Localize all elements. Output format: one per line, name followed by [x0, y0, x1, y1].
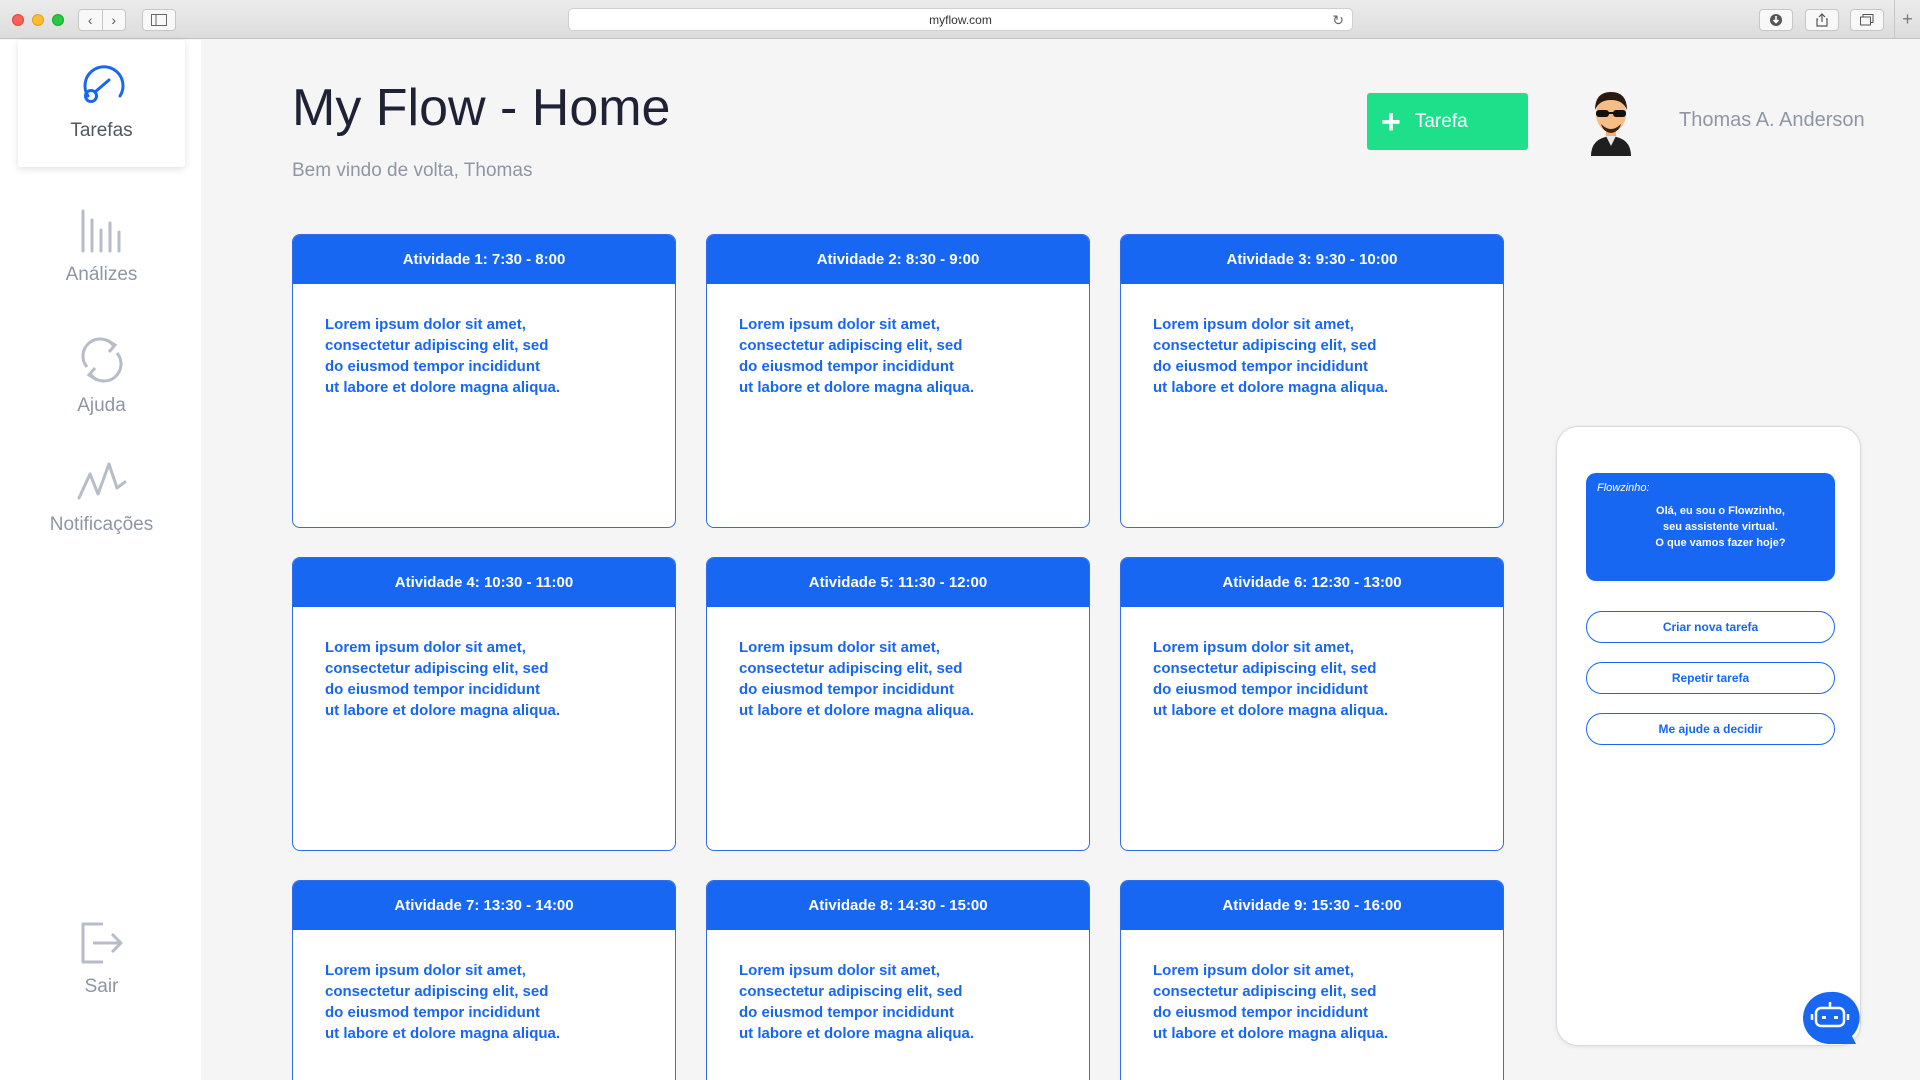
url-text: myflow.com	[929, 12, 992, 27]
minimize-window-icon[interactable]	[32, 14, 44, 26]
plus-icon: +	[1381, 102, 1401, 141]
sidebar-item-tarefas[interactable]: Tarefas	[18, 40, 185, 167]
card-title: Atividade 5: 11:30 - 12:00	[707, 558, 1089, 607]
user-name[interactable]: Thomas A. Anderson	[1679, 109, 1865, 132]
address-bar[interactable]: myflow.com ↻	[568, 8, 1353, 31]
sidebar-item-label: Análizes	[65, 264, 138, 285]
add-task-button[interactable]: + Tarefa	[1367, 93, 1528, 150]
activity-card[interactable]: Atividade 9: 15:30 - 16:00 Lorem ipsum d…	[1120, 880, 1504, 1080]
downloads-icon[interactable]	[1759, 9, 1793, 31]
refresh-icon	[81, 337, 122, 383]
avatar[interactable]	[1585, 86, 1637, 156]
sidebar-item-analizes[interactable]: Análizes	[18, 208, 185, 286]
logout-icon	[81, 922, 122, 964]
card-description: Lorem ipsum dolor sit amet, consectetur a…	[325, 316, 561, 396]
assistant-name: Flowzinho:	[1597, 482, 1650, 494]
page-title: My Flow - Home	[292, 79, 671, 137]
reload-icon[interactable]: ↻	[1332, 12, 1344, 29]
forward-arrow-icon[interactable]: ›	[101, 10, 126, 30]
sidebar-item-label: Notificações	[49, 514, 154, 535]
card-description: Lorem ipsum dolor sit amet, consectetur a…	[325, 962, 561, 1042]
welcome-message: Bem vindo de volta, Thomas	[292, 160, 533, 181]
chatbot-icon[interactable]	[1800, 990, 1860, 1046]
sidebar-item-label: Sair	[84, 976, 119, 997]
activity-card[interactable]: Atividade 3: 9:30 - 10:00 Lorem ipsum do…	[1120, 234, 1504, 528]
activity-card[interactable]: Atividade 4: 10:30 - 11:00 Lorem ipsum d…	[292, 557, 676, 851]
card-title: Atividade 7: 13:30 - 14:00	[293, 881, 675, 930]
card-title: Atividade 4: 10:30 - 11:00	[293, 558, 675, 607]
bar-chart-icon	[81, 209, 120, 253]
sidebar-item-label: Tarefas	[70, 120, 133, 141]
repeat-task-option-button[interactable]: Repetir tarefa	[1586, 662, 1835, 694]
close-window-icon[interactable]	[12, 14, 24, 26]
back-arrow-icon[interactable]: ‹	[79, 10, 102, 30]
sidebar-item-label: Ajuda	[77, 395, 126, 416]
add-task-label: Tarefa	[1414, 110, 1468, 132]
create-task-option-button[interactable]: Criar nova tarefa	[1586, 611, 1835, 643]
card-title: Atividade 1: 7:30 - 8:00	[293, 235, 675, 284]
card-description: Lorem ipsum dolor sit amet, consectetur a…	[1153, 316, 1389, 396]
card-description: Lorem ipsum dolor sit amet, consectetur a…	[325, 639, 561, 719]
card-title: Atividade 3: 9:30 - 10:00	[1121, 235, 1503, 284]
help-decide-option-button[interactable]: Me ajude a decidir	[1586, 713, 1835, 745]
card-description: Lorem ipsum dolor sit amet, consectetur a…	[1153, 639, 1389, 719]
activity-card[interactable]: Atividade 2: 8:30 - 9:00 Lorem ipsum dol…	[706, 234, 1090, 528]
activity-card[interactable]: Atividade 6: 12:30 - 13:00 Lorem ipsum d…	[1120, 557, 1504, 851]
new-tab-icon[interactable]: +	[1894, 0, 1920, 39]
activity-card[interactable]: Atividade 7: 13:30 - 14:00 Lorem ipsum d…	[292, 880, 676, 1080]
browser-toolbar: ‹ › myflow.com ↻ +	[0, 0, 1920, 39]
maximize-window-icon[interactable]	[52, 14, 64, 26]
assistant-message: Olá, eu sou o Flowzinho, seu assistente …	[1655, 505, 1786, 549]
sidebar-item-ajuda[interactable]: Ajuda	[18, 335, 185, 417]
assistant-message-bubble: Flowzinho: Olá, eu sou o Flowzinho, seu …	[1586, 473, 1835, 581]
sidebar-item-notificacoes[interactable]: Notificações	[18, 460, 185, 536]
sidebar: Tarefas Análizes Ajuda Notificações Sair	[0, 40, 201, 1080]
activity-card[interactable]: Atividade 8: 14:30 - 15:00 Lorem ipsum d…	[706, 880, 1090, 1080]
assistant-chat-panel: Flowzinho: Olá, eu sou o Flowzinho, seu …	[1556, 426, 1861, 1046]
card-description: Lorem ipsum dolor sit amet, consectetur a…	[739, 962, 975, 1042]
activity-card[interactable]: Atividade 5: 11:30 - 12:00 Lorem ipsum d…	[706, 557, 1090, 851]
card-title: Atividade 2: 8:30 - 9:00	[707, 235, 1089, 284]
history-nav: ‹ ›	[78, 9, 126, 31]
activity-card[interactable]: Atividade 1: 7:30 - 8:00 Lorem ipsum dol…	[292, 234, 676, 528]
tabs-overview-icon[interactable]	[1850, 9, 1884, 31]
card-title: Atividade 8: 14:30 - 15:00	[707, 881, 1089, 930]
card-description: Lorem ipsum dolor sit amet, consectetur a…	[739, 639, 975, 719]
activity-wave-icon	[77, 462, 126, 500]
sidebar-item-sair[interactable]: Sair	[18, 920, 185, 998]
card-description: Lorem ipsum dolor sit amet, consectetur a…	[739, 316, 975, 396]
dashboard-gauge-icon	[83, 65, 124, 103]
card-title: Atividade 9: 15:30 - 16:00	[1121, 881, 1503, 930]
sidebar-toggle-icon[interactable]	[142, 9, 176, 31]
card-description: Lorem ipsum dolor sit amet, consectetur a…	[1153, 962, 1389, 1042]
card-title: Atividade 6: 12:30 - 13:00	[1121, 558, 1503, 607]
share-icon[interactable]	[1805, 9, 1839, 31]
